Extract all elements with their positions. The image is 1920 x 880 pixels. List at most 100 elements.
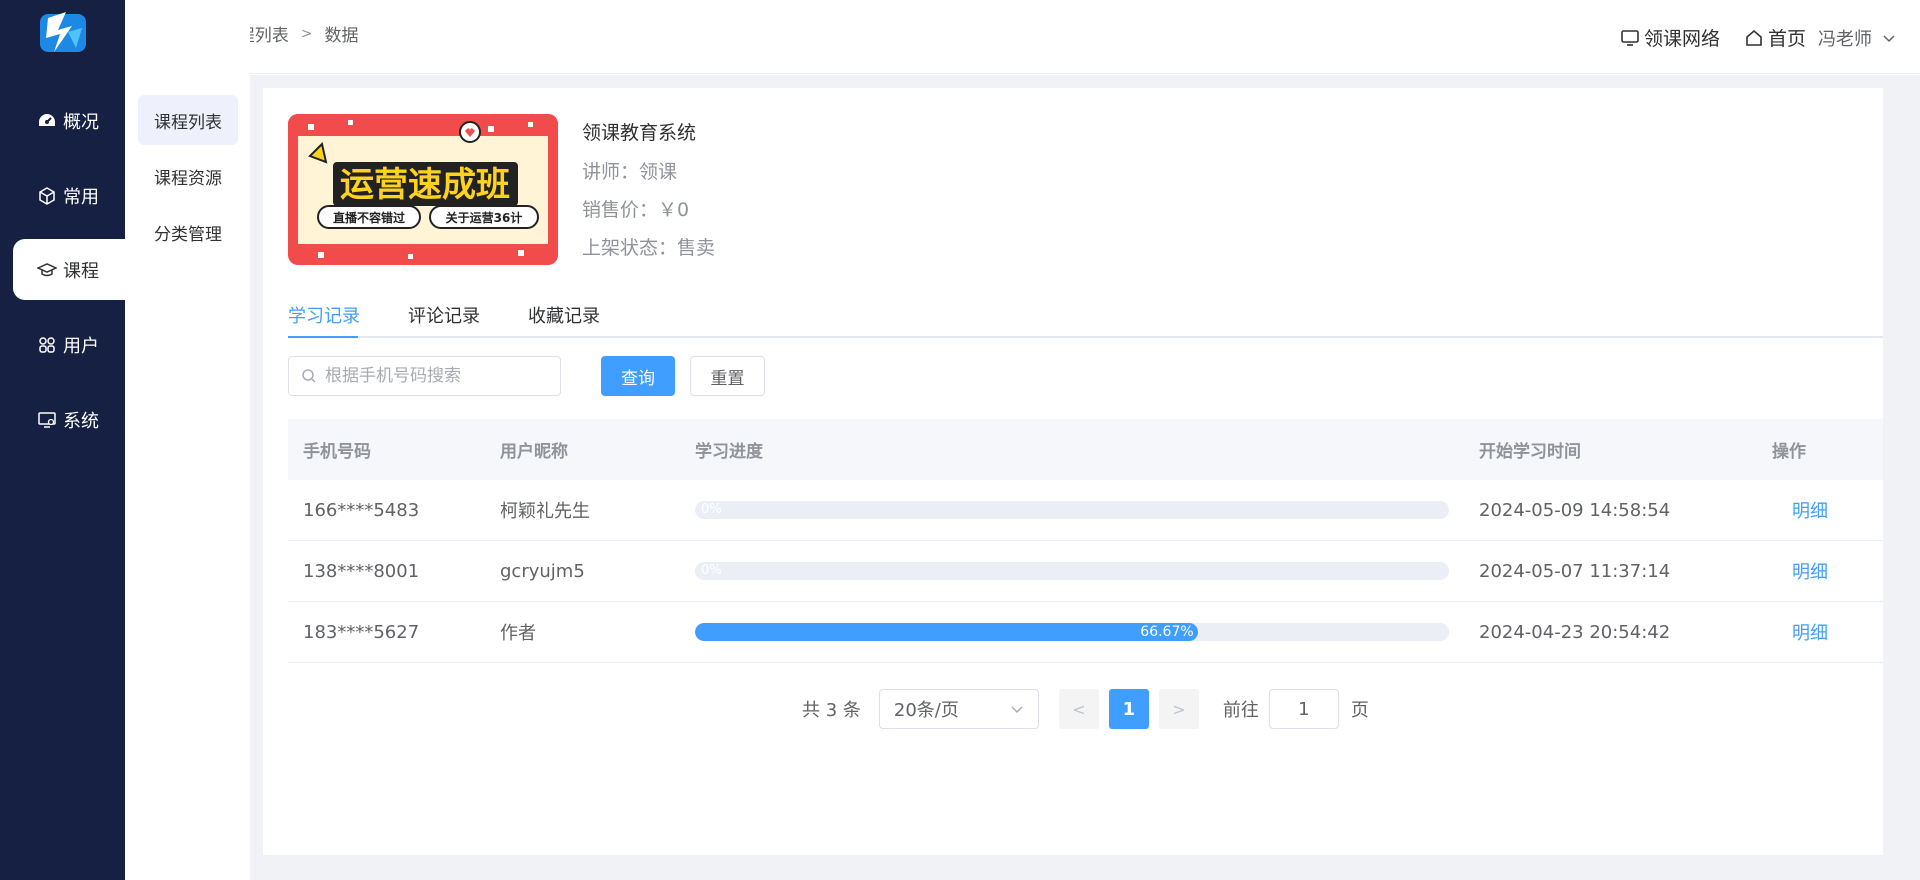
nav-item-common[interactable]: 常用 bbox=[13, 165, 125, 226]
cell-progress: 0% bbox=[680, 562, 1464, 580]
submenu-item-course-list[interactable]: 课程列表 bbox=[138, 95, 238, 145]
table-row: 138****8001 gcryujm5 0% 2024-05-07 11:37:14… bbox=[288, 541, 1883, 602]
cell-phone: 183****5627 bbox=[303, 621, 420, 643]
lingke-network-label: 领课网络 bbox=[1643, 28, 1720, 50]
course-status: 上架状态：售卖 bbox=[582, 237, 716, 259]
course-info: 领课教育系统 讲师：领课 销售价：￥0 上架状态：售卖 bbox=[582, 118, 715, 271]
column-header-action: 操作 bbox=[1772, 442, 1806, 462]
column-header-start-time: 开始学习时间 bbox=[1479, 442, 1581, 462]
nav-item-label: 用户 bbox=[63, 335, 99, 357]
detail-link[interactable]: 明细 bbox=[1772, 501, 1828, 522]
next-page-button[interactable]: > bbox=[1158, 689, 1199, 729]
progress-bar: 0% bbox=[695, 501, 1449, 519]
dashboard-icon bbox=[37, 111, 57, 131]
table-body: 166****5483 柯颖礼先生 0% 2024-05-09 14:58:54 明细 1… bbox=[288, 480, 1883, 663]
page-unit-label: 页 bbox=[1350, 700, 1369, 721]
progress-label: 0% bbox=[701, 563, 722, 578]
column-header-nickname: 用户昵称 bbox=[500, 442, 568, 462]
app-root: 概况 常用 课程 用户 系统 课程列表 > 数据 领课网络 首页 冯老师 课程列… bbox=[0, 0, 1920, 880]
progress-label: 66.67% bbox=[1140, 624, 1194, 640]
monitor-icon bbox=[1621, 29, 1639, 46]
active-tab-indicator bbox=[288, 336, 358, 338]
query-button[interactable]: 查询 bbox=[601, 356, 675, 396]
detail-link[interactable]: 明细 bbox=[1772, 623, 1828, 644]
reset-button[interactable]: 重置 bbox=[690, 356, 765, 396]
home-link[interactable]: 首页 bbox=[1744, 24, 1806, 51]
cell-progress: 0% bbox=[680, 501, 1464, 519]
cell-start-time: 2024-04-23 20:54:42 bbox=[1479, 621, 1671, 643]
course-title: 领课教育系统 bbox=[582, 122, 697, 144]
column-header-progress: 学习进度 bbox=[695, 442, 763, 462]
page-size-value: 20条/页 bbox=[893, 700, 959, 721]
cell-action: 明细 bbox=[1757, 497, 1883, 523]
cell-action: 明细 bbox=[1757, 558, 1883, 584]
course-price: 销售价：￥0 bbox=[582, 199, 690, 221]
cell-start-time: 2024-05-09 14:58:54 bbox=[1479, 499, 1671, 521]
course-cover-image: 运营速成班 直播不容错过 关于运营36计 bbox=[288, 114, 558, 265]
cell-progress: 66.67% bbox=[680, 623, 1464, 641]
course-submenu: 课程列表 课程资源 分类管理 bbox=[125, 0, 250, 880]
main-nav: 概况 常用 课程 用户 系统 bbox=[0, 0, 125, 880]
tab-study-records[interactable]: 学习记录 bbox=[288, 298, 360, 338]
submenu-item-course-resources[interactable]: 课程资源 bbox=[138, 151, 238, 201]
table-header: 手机号码 用户昵称 学习进度 开始学习时间 操作 bbox=[288, 419, 1883, 480]
progress-fill: 66.67% bbox=[695, 623, 1198, 641]
goto-page-input[interactable] bbox=[1268, 689, 1339, 729]
top-header: 课程 > 课程列表 > 数据 领课网络 首页 冯老师 bbox=[125, 0, 1920, 74]
prev-page-button[interactable]: < bbox=[1058, 689, 1099, 729]
column-header-phone: 手机号码 bbox=[303, 442, 371, 462]
study-records-table: 手机号码 用户昵称 学习进度 开始学习时间 操作 166****5483 柯颖礼先… bbox=[288, 419, 1883, 663]
nav-item-label: 系统 bbox=[63, 410, 99, 432]
course-teacher: 讲师：领课 bbox=[582, 161, 678, 183]
nav-item-label: 常用 bbox=[63, 186, 99, 208]
cell-action: 明细 bbox=[1757, 619, 1883, 645]
submenu-item-category-management[interactable]: 分类管理 bbox=[138, 207, 238, 257]
cell-nickname: 柯颖礼先生 bbox=[500, 501, 590, 522]
graduation-cap-icon bbox=[37, 260, 57, 280]
cover-tag-right: 关于运营36计 bbox=[446, 210, 523, 225]
table-row: 183****5627 作者 66.67% 2024-04-23 20:54:42 明细 bbox=[288, 602, 1883, 663]
cover-headline: 运营速成班 bbox=[340, 165, 510, 205]
nav-item-system[interactable]: 系统 bbox=[13, 389, 125, 450]
nav-item-course[interactable]: 课程 bbox=[13, 239, 125, 300]
phone-search-input[interactable] bbox=[325, 366, 545, 386]
pagination: 共 3 条 20条/页 < 1 > 前往 页 bbox=[802, 689, 1369, 729]
chevron-left-icon: < bbox=[1072, 699, 1086, 719]
nav-item-users[interactable]: 用户 bbox=[13, 314, 125, 375]
page-size-select[interactable]: 20条/页 bbox=[878, 689, 1039, 729]
nav-item-label: 概况 bbox=[63, 111, 99, 133]
cell-phone: 138****8001 bbox=[303, 560, 420, 582]
nav-item-overview[interactable]: 概况 bbox=[13, 90, 125, 151]
record-tabs: 学习记录 评论记录 收藏记录 bbox=[288, 298, 1883, 338]
breadcrumb-item: 数据 bbox=[324, 26, 359, 46]
home-label: 首页 bbox=[1767, 28, 1806, 50]
nav-item-label: 课程 bbox=[63, 260, 99, 282]
cell-phone: 166****5483 bbox=[303, 499, 420, 521]
tab-comment-records[interactable]: 评论记录 bbox=[408, 298, 480, 338]
user-name: 冯老师 bbox=[1818, 28, 1872, 50]
cell-nickname: 作者 bbox=[500, 623, 536, 644]
chevron-right-icon: > bbox=[1172, 699, 1186, 719]
page-number-button[interactable]: 1 bbox=[1108, 689, 1149, 729]
cell-start-time: 2024-05-07 11:37:14 bbox=[1479, 560, 1671, 582]
app-logo-icon[interactable] bbox=[38, 8, 88, 56]
phone-search-box[interactable] bbox=[288, 356, 561, 396]
search-icon bbox=[302, 369, 316, 383]
chevron-down-icon bbox=[1011, 706, 1023, 714]
lingke-network-link[interactable]: 领课网络 bbox=[1620, 24, 1720, 51]
monitor-settings-icon bbox=[37, 410, 57, 430]
user-menu[interactable]: 冯老师 bbox=[1818, 25, 1896, 51]
detail-link[interactable]: 明细 bbox=[1772, 562, 1828, 583]
cube-icon bbox=[37, 186, 57, 206]
table-row: 166****5483 柯颖礼先生 0% 2024-05-09 14:58:54 明细 bbox=[288, 480, 1883, 541]
progress-bar: 66.67% bbox=[695, 623, 1449, 641]
home-icon bbox=[1746, 29, 1762, 46]
pagination-total: 共 3 条 bbox=[802, 700, 861, 721]
users-icon bbox=[37, 335, 57, 355]
header-actions: 领课网络 首页 冯老师 bbox=[1596, 24, 1896, 51]
cover-tag-left: 直播不容错过 bbox=[333, 210, 405, 225]
chevron-right-icon: > bbox=[300, 25, 313, 42]
tab-favorite-records[interactable]: 收藏记录 bbox=[528, 298, 600, 338]
chevron-down-icon bbox=[1883, 34, 1895, 42]
progress-label: 0% bbox=[701, 502, 722, 517]
